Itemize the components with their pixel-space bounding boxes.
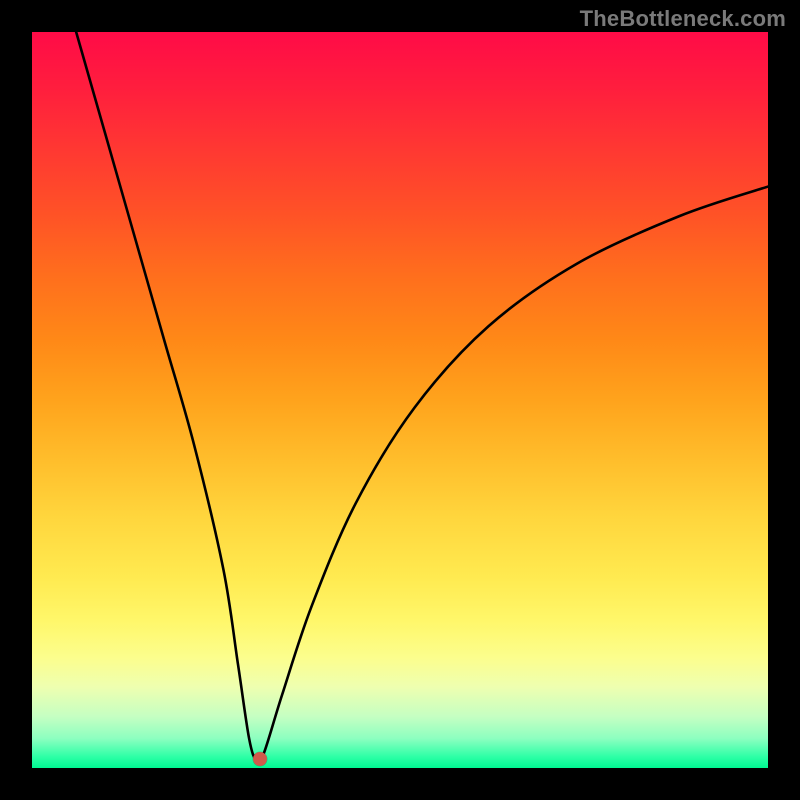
watermark-text: TheBottleneck.com — [580, 6, 786, 32]
bottleneck-curve — [32, 32, 768, 768]
bottleneck-marker-dot — [253, 752, 267, 766]
chart-container: { "watermark": "TheBottleneck.com", "col… — [0, 0, 800, 800]
plot-area — [32, 32, 768, 768]
